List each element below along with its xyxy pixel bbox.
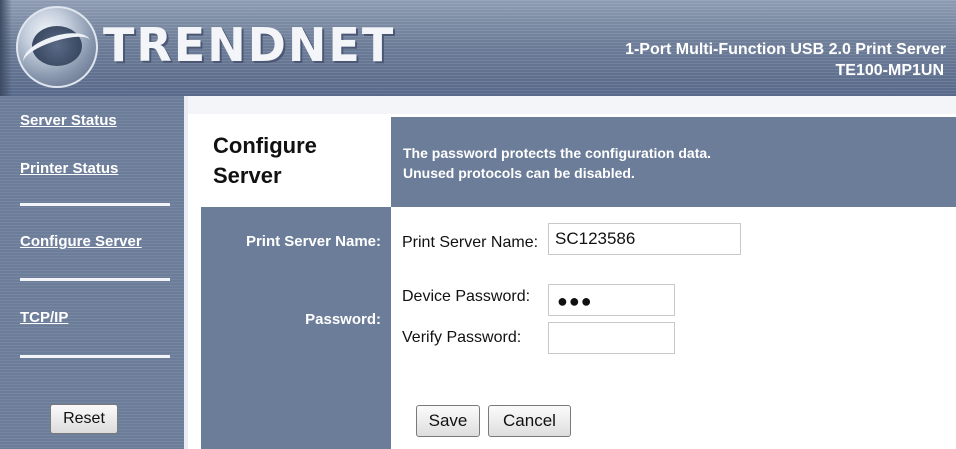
sidebar-divider xyxy=(184,96,188,449)
product-model: TE100-MP1UN xyxy=(835,62,944,79)
page-title: Configure Server xyxy=(213,133,317,188)
header-edge-shade xyxy=(0,0,12,96)
print-server-name-input[interactable] xyxy=(548,223,741,255)
sidebar-item-tcp-ip[interactable]: TCP/IP xyxy=(20,309,68,326)
page-title-panel: Configure Server xyxy=(201,117,391,207)
form-area: Print Server Name: Device Password: ●●● … xyxy=(391,207,956,449)
sidebar-item-server-status[interactable]: Server Status xyxy=(20,112,117,129)
header-banner: TRENDNET 1-Port Multi-Function USB 2.0 P… xyxy=(0,0,956,96)
description-panel: The password protects the configuration … xyxy=(391,117,956,207)
product-title: 1-Port Multi-Function USB 2.0 Print Serv… xyxy=(625,41,946,58)
verify-password-label: Verify Password: xyxy=(402,329,522,346)
print-server-name-label: Print Server Name: xyxy=(245,233,381,250)
description-line: The password protects the configuration … xyxy=(403,145,712,161)
name-field-label: Print Server Name: xyxy=(402,234,539,251)
password-mask: ●●● xyxy=(557,291,593,311)
reset-button[interactable]: Reset xyxy=(50,404,118,434)
cancel-button[interactable]: Cancel xyxy=(488,405,571,437)
save-button[interactable]: Save xyxy=(416,405,480,437)
device-password-label: Device Password: xyxy=(402,288,531,305)
trendnet-globe-logo-icon xyxy=(16,6,98,88)
sidebar-item-configure-server[interactable]: Configure Server xyxy=(20,233,142,250)
brand-logo-text: TRENDNET xyxy=(103,18,396,72)
content-top-strip xyxy=(188,96,956,114)
device-password-input[interactable]: ●●● xyxy=(548,284,675,316)
sidebar-separator xyxy=(20,355,170,358)
form-label-column: Print Server Name: Password: xyxy=(201,207,391,449)
description-line: Unused protocols can be disabled. xyxy=(403,165,635,181)
sidebar xyxy=(0,96,184,449)
sidebar-separator xyxy=(20,278,170,281)
password-label: Password: xyxy=(305,311,381,328)
verify-password-input[interactable] xyxy=(548,322,675,354)
sidebar-item-printer-status[interactable]: Printer Status xyxy=(20,160,118,177)
sidebar-separator xyxy=(20,203,170,206)
